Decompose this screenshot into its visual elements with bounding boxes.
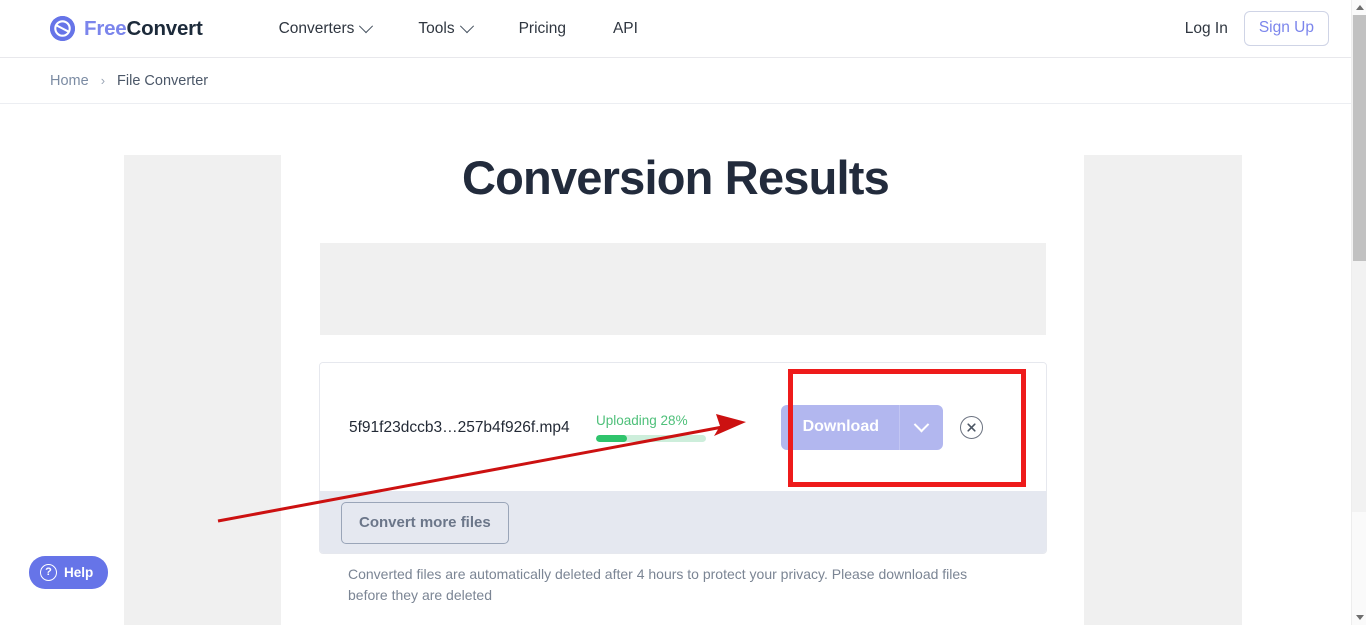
brand-wordmark: FreeConvert xyxy=(84,17,203,41)
page-title: Conversion Results xyxy=(462,151,890,204)
nav-item-converters[interactable]: Converters xyxy=(278,14,374,44)
browser-page: FreeConvert Converters Tools Pricing API xyxy=(0,0,1366,625)
question-circle-icon: ? xyxy=(40,564,57,581)
login-link[interactable]: Log In xyxy=(1185,20,1228,38)
scrollbar-thumb[interactable] xyxy=(1353,15,1366,261)
circular-refresh-icon xyxy=(50,16,75,41)
chevron-down-icon xyxy=(459,18,474,33)
site-header: FreeConvert Converters Tools Pricing API xyxy=(0,0,1351,58)
brand-logo[interactable]: FreeConvert xyxy=(50,16,203,41)
auth-actions: Log In Sign Up xyxy=(1185,11,1329,46)
progress-bar-fill xyxy=(596,434,627,442)
nav-item-api[interactable]: API xyxy=(613,14,638,44)
nav-label-api: API xyxy=(612,19,638,37)
breadcrumb-home-link[interactable]: Home xyxy=(50,73,89,89)
triangle-down-icon xyxy=(1355,615,1364,620)
upload-status-label: Uploading 28% xyxy=(596,412,688,428)
primary-nav: Converters Tools Pricing API xyxy=(279,14,638,44)
file-row: 5f91f23dccb3…257b4f926f.mp4 Uploading 28… xyxy=(320,363,1046,491)
card-footer: Convert more files xyxy=(320,491,1046,553)
breadcrumb: Home › File Converter xyxy=(0,59,1351,104)
brand-text-free: Free xyxy=(84,16,127,40)
vertical-scrollbar[interactable] xyxy=(1351,0,1366,625)
breadcrumb-current: File Converter xyxy=(117,73,209,89)
convert-more-files-button[interactable]: Convert more files xyxy=(341,501,509,544)
signup-button[interactable]: Sign Up xyxy=(1243,11,1329,46)
ad-placeholder-left xyxy=(124,155,281,625)
circle-x-icon xyxy=(967,422,976,432)
progress-bar-track xyxy=(596,434,706,442)
chevron-down-icon xyxy=(359,18,374,33)
nav-item-tools[interactable]: Tools xyxy=(418,14,474,44)
nav-label-tools: Tools xyxy=(418,19,455,37)
page-viewport: FreeConvert Converters Tools Pricing API xyxy=(0,0,1351,625)
download-button-group[interactable]: Download xyxy=(780,404,943,450)
download-dropdown-toggle[interactable] xyxy=(899,404,943,450)
file-row-actions: Download xyxy=(780,404,1028,450)
help-widget-button[interactable]: ? Help xyxy=(29,556,109,589)
triangle-up-icon xyxy=(1355,5,1364,10)
file-name-label: 5f91f23dccb3…257b4f926f.mp4 xyxy=(349,418,570,436)
remove-file-button[interactable] xyxy=(960,415,983,439)
ad-placeholder-right xyxy=(1084,155,1242,625)
help-widget-label: Help xyxy=(64,565,94,580)
ad-placeholder-banner xyxy=(320,243,1046,335)
conversion-result-card: 5f91f23dccb3…257b4f926f.mp4 Uploading 28… xyxy=(319,362,1047,554)
brand-text-convert: Convert xyxy=(126,16,203,40)
chevron-right-icon: › xyxy=(100,72,106,88)
scrollbar-down-button[interactable] xyxy=(1352,610,1366,625)
nav-label-converters: Converters xyxy=(278,19,355,37)
upload-progress: Uploading 28% xyxy=(596,413,746,442)
chevron-down-icon xyxy=(913,416,930,432)
scrollbar-up-button[interactable] xyxy=(1352,0,1366,15)
nav-item-pricing[interactable]: Pricing xyxy=(519,14,566,44)
download-button[interactable]: Download xyxy=(781,405,899,450)
retention-notice: Converted files are automatically delete… xyxy=(348,566,968,603)
nav-label-pricing: Pricing xyxy=(518,19,566,37)
